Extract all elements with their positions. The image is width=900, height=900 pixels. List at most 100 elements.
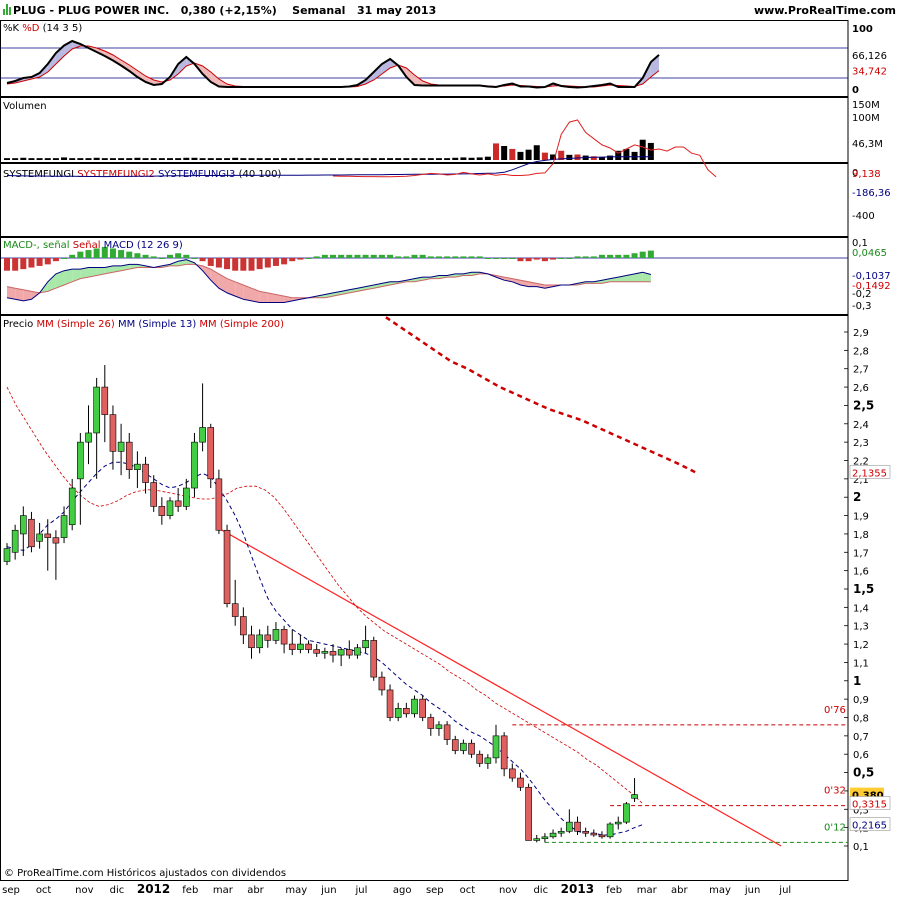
candle-body — [85, 432, 92, 443]
macd-histogram-bar — [85, 250, 92, 258]
volume-bar — [199, 158, 206, 160]
volume-bar — [126, 158, 133, 160]
panel-label-part: (40 100) — [235, 169, 281, 180]
panel-label-part: MACD — [101, 240, 134, 251]
volume-bar — [501, 145, 508, 160]
candle-body — [354, 647, 361, 656]
candle-body — [566, 821, 573, 832]
volume-bar — [224, 158, 231, 160]
volume-bar — [533, 145, 540, 160]
macd-histogram-bar — [28, 258, 35, 268]
volume-bar — [387, 158, 394, 160]
x-axis-label: oct — [460, 885, 476, 896]
candle-body — [60, 515, 68, 538]
level-label: 0'76 — [824, 705, 846, 716]
volume-bar — [647, 142, 654, 160]
macd-histogram-bar — [623, 254, 630, 258]
macd-histogram-bar — [566, 258, 573, 259]
x-axis-label: ago — [393, 885, 412, 896]
macd-histogram-bar — [232, 258, 239, 271]
macd-histogram-bar — [20, 258, 27, 270]
candle-body — [264, 634, 272, 641]
volume-bar — [460, 157, 467, 160]
macd-histogram-bar — [615, 254, 622, 258]
macd-histogram-bar — [61, 258, 68, 259]
candle-body — [11, 529, 19, 553]
volume-bar — [175, 158, 182, 160]
panel-label-part: (Simple 26) — [54, 319, 115, 330]
macd-histogram-bar — [582, 256, 589, 258]
volume-bar — [378, 158, 385, 160]
right-axis-label: -186,36 — [852, 188, 891, 199]
candle-body — [142, 463, 149, 483]
volume-bar — [207, 158, 214, 160]
macd-histogram-bar — [289, 258, 296, 262]
x-axis-label: abr — [671, 885, 688, 896]
candle-body — [288, 643, 296, 650]
volume-bar — [484, 156, 491, 160]
volume-bar — [69, 158, 76, 160]
volume-bar — [4, 158, 10, 160]
macd-histogram-bar — [44, 258, 51, 265]
volume-bar — [419, 158, 426, 160]
y-tick-label: 2,3 — [853, 438, 869, 449]
candle-body — [614, 821, 622, 825]
right-axis-label: -400 — [852, 211, 875, 222]
x-axis-label: dic — [533, 885, 548, 896]
candle-body — [443, 724, 451, 740]
volume-bar — [574, 154, 581, 160]
macd-histogram-bar — [468, 256, 475, 258]
volume-bar — [452, 157, 459, 160]
panel-label-part: MM — [196, 319, 216, 330]
candle-body — [623, 803, 630, 823]
level-label: 0'12 — [824, 822, 846, 833]
x-axis-label: 2012 — [137, 882, 170, 896]
candle-body — [199, 427, 206, 443]
macd-histogram-bar — [452, 256, 459, 258]
candle-body — [549, 832, 557, 838]
macd-histogram-bar — [419, 254, 426, 258]
macd-histogram-bar — [207, 258, 214, 266]
y-tick-label: 0,7 — [853, 732, 869, 743]
macd-fill — [7, 286, 16, 300]
candle-body — [476, 753, 484, 764]
right-axis-label: 100M — [852, 113, 880, 124]
candle-body — [525, 786, 532, 841]
candle-body — [52, 537, 60, 544]
x-axis-label: sep — [426, 885, 444, 896]
x-axis-label: mar — [213, 885, 234, 896]
volume-bar — [101, 158, 108, 160]
candle-body — [517, 777, 524, 788]
right-axis-label: 66,126 — [852, 51, 887, 62]
macd-histogram-bar — [533, 258, 540, 260]
macd-histogram-bar — [272, 258, 279, 266]
volume-bar — [444, 158, 451, 160]
panel-label-part: (14 3 5) — [39, 23, 82, 34]
volume-bar — [264, 158, 271, 160]
volume-bar — [346, 158, 353, 160]
y-tick-label: 1,2 — [853, 640, 869, 651]
macd-histogram-bar — [281, 258, 288, 265]
y-tick-label: 1,3 — [853, 622, 869, 633]
volume-bar — [427, 158, 434, 160]
level-label: 0'32 — [824, 786, 846, 797]
macd-histogram-bar — [248, 258, 255, 271]
y-tick-label: 2 — [853, 490, 861, 504]
candle-body — [101, 386, 109, 415]
volume-bar — [281, 158, 288, 160]
volume-bar — [313, 158, 320, 160]
x-axis-label: jul — [354, 885, 367, 896]
candle-body — [541, 836, 549, 839]
y-tick-label: 1,1 — [853, 658, 869, 669]
y-tick-label: 0,6 — [853, 750, 869, 761]
macd-histogram-bar — [240, 258, 247, 271]
panel-label-part: MM — [33, 319, 53, 330]
x-axis-label: nov — [499, 885, 517, 896]
macd-histogram-bar — [215, 258, 222, 268]
right-axis-label: 34,742 — [852, 67, 887, 78]
candle-body — [166, 500, 174, 516]
macd-histogram-bar — [313, 256, 320, 258]
volume-bar — [435, 158, 442, 160]
macd-histogram-bar — [224, 258, 231, 270]
candle-body — [117, 441, 125, 452]
